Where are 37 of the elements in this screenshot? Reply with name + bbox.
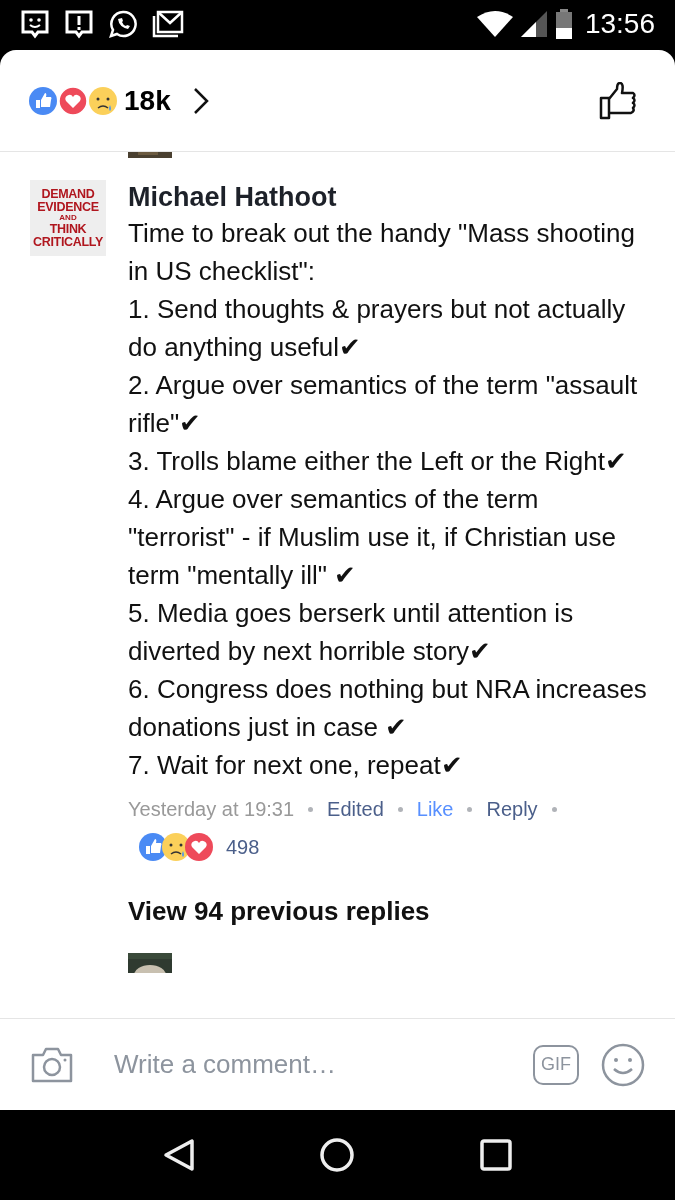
comment-field[interactable]: Write a comment… [114, 1045, 533, 1084]
comment-text: 1. Send thoughts & prayers but not actually do anything useful✔ [128, 293, 627, 364]
comment-time: Yesterday at 19:31 [128, 797, 295, 822]
avatar-text: THINK [49, 223, 87, 236]
notification-icon [20, 9, 50, 39]
comment-text: 2. Argue over semantics of the term "assault rifle"✔ [128, 369, 639, 440]
mail-icon [152, 9, 184, 39]
avatar-text: EVIDENCE [37, 200, 99, 213]
reaction-count[interactable]: 18k [124, 79, 171, 122]
chat-icon [108, 9, 138, 39]
avatar-text: DEMAND [41, 188, 95, 201]
chevron-right-icon[interactable] [192, 86, 209, 115]
home-icon[interactable] [320, 1138, 355, 1172]
battery-icon [554, 9, 573, 39]
comment-text: 3. Trolls blame either the Left or the Right✔ [128, 445, 628, 478]
avatar[interactable]: DEMAND EVIDENCE AND THINK CRITICALLY [30, 180, 106, 256]
alert-icon [64, 9, 94, 39]
comment-text: 7. Wait for next one, repeat✔ [128, 749, 464, 782]
back-icon[interactable] [162, 1138, 195, 1172]
comment-text: Time to break out the handy "Mass shooting in US checklist": [128, 217, 636, 288]
view-replies-link[interactable]: View 94 previous replies [128, 892, 648, 931]
avatar-text: CRITICALLY [32, 235, 104, 248]
avatar-text: AND [59, 214, 77, 222]
emoji-icon[interactable] [601, 1042, 645, 1087]
signal-icon [520, 11, 547, 37]
reaction-count[interactable]: 498 [226, 832, 260, 862]
comment-text: 5. Media goes berserk until attention is diverted by next horrible story✔ [128, 597, 575, 668]
author-name[interactable]: Michael Hathoot [128, 180, 648, 214]
comment-text: 4. Argue over semantics of the term "terrorist" - if Muslim use it, if Christian use term "mentally ill" ✔ [128, 483, 617, 592]
wifi-icon [476, 11, 513, 37]
reply-link[interactable]: Reply [486, 794, 538, 824]
edited-label: Edited [327, 797, 384, 822]
like-icon[interactable] [599, 81, 637, 120]
clock-time: 13:56 [584, 7, 655, 41]
camera-icon[interactable] [30, 1045, 74, 1084]
comment-text: 6. Congress does nothing but NRA increases donations just in case ✔ [128, 673, 648, 744]
recents-icon[interactable] [480, 1139, 513, 1171]
